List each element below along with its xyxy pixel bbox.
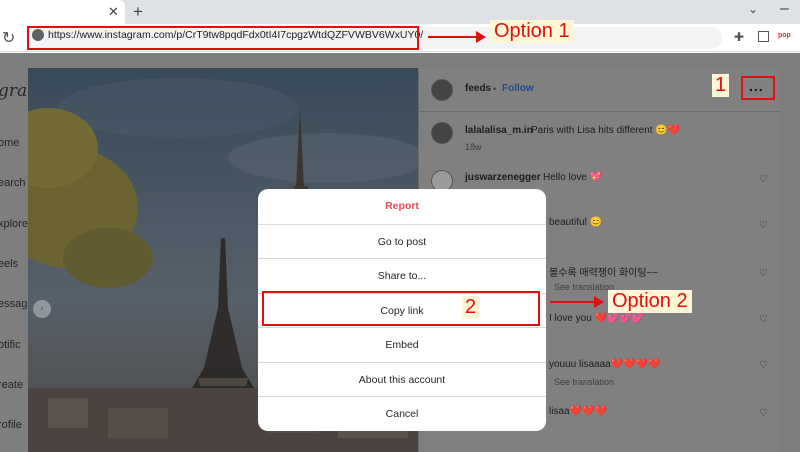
caption-text: Paris with Lisa hits different 😊❤️ (531, 125, 681, 136)
step-1-label: 1 (712, 74, 730, 97)
step-2-label: 2 (462, 296, 480, 319)
heart-icon[interactable]: ♡ (759, 408, 768, 419)
side-panel-icon[interactable] (758, 31, 769, 42)
more-options-highlight-box (741, 76, 775, 100)
comment-text: youuu lisaaaa❤️❤️❤️❤️ (549, 359, 661, 370)
copy-link-highlight-box (262, 291, 540, 326)
chevron-down-icon[interactable]: ⌄ (748, 2, 758, 16)
comment-text: I love you ❤️💕💕💕 (549, 313, 645, 324)
nav-create[interactable]: reate (0, 379, 23, 391)
left-nav: gram ome earch xplore eels essag otific … (0, 53, 28, 452)
option1-label: Option 1 (490, 20, 574, 43)
extensions-icon[interactable]: ✚ (734, 30, 744, 44)
go-to-post-button[interactable]: Go to post (258, 223, 546, 259)
report-button[interactable]: Report (258, 189, 546, 224)
comment-text: beautiful 😊 (549, 217, 603, 228)
plus-icon[interactable]: + (133, 2, 143, 22)
share-to-button[interactable]: Share to... (258, 258, 546, 293)
avatar[interactable] (431, 122, 453, 144)
extension-badge[interactable]: pop (778, 32, 791, 39)
separator-dot: • (493, 84, 497, 94)
about-account-button[interactable]: About this account (258, 361, 546, 397)
nav-reels[interactable]: eels (0, 258, 18, 270)
comment-text: lisaa❤️❤️❤️ (549, 406, 607, 417)
nav-notifications[interactable]: otific (0, 339, 21, 351)
close-icon[interactable]: ✕ (108, 4, 119, 20)
see-translation-link[interactable]: See translation (554, 377, 614, 387)
nav-search[interactable]: earch (0, 177, 26, 189)
see-translation-link[interactable]: See translation (554, 282, 614, 292)
heart-icon[interactable]: ♡ (759, 314, 768, 325)
arrow-icon (428, 31, 486, 43)
heart-icon[interactable]: ♡ (759, 220, 768, 231)
nav-messages[interactable]: essag (0, 298, 27, 310)
comment-text: Hello love 💖 (543, 172, 603, 183)
caption-username[interactable]: lalalalisa_m.in (465, 125, 533, 136)
embed-button[interactable]: Embed (258, 327, 546, 362)
option2-label: Option 2 (608, 290, 692, 313)
avatar[interactable] (431, 79, 453, 101)
follow-button[interactable]: Follow (502, 83, 534, 94)
post-username[interactable]: feeds (465, 83, 491, 94)
url-highlight-box (27, 26, 419, 50)
heart-icon[interactable]: ♡ (759, 174, 768, 185)
reload-icon[interactable]: ↻ (2, 28, 15, 48)
browser-tab[interactable]: ✕ (0, 0, 125, 24)
cancel-button[interactable]: Cancel (258, 396, 546, 431)
heart-icon[interactable]: ♡ (759, 360, 768, 371)
minimize-icon[interactable]: – (780, 0, 789, 18)
comment-username[interactable]: juswarzenegger (465, 172, 541, 183)
comment-text: 볼수록 매력쟁이 화이팅~~ (549, 268, 659, 279)
instagram-logo[interactable]: gram (0, 81, 28, 101)
heart-icon[interactable]: ♡ (759, 268, 768, 279)
tab-strip: ✕ + ⌄ – (0, 0, 800, 24)
nav-home[interactable]: ome (0, 137, 19, 149)
arrow-icon (550, 296, 604, 308)
nav-profile[interactable]: rofile (0, 419, 22, 431)
previous-arrow-icon[interactable]: ‹ (33, 300, 51, 318)
nav-explore[interactable]: xplore (0, 218, 28, 230)
caption-time: 18w (465, 142, 482, 152)
